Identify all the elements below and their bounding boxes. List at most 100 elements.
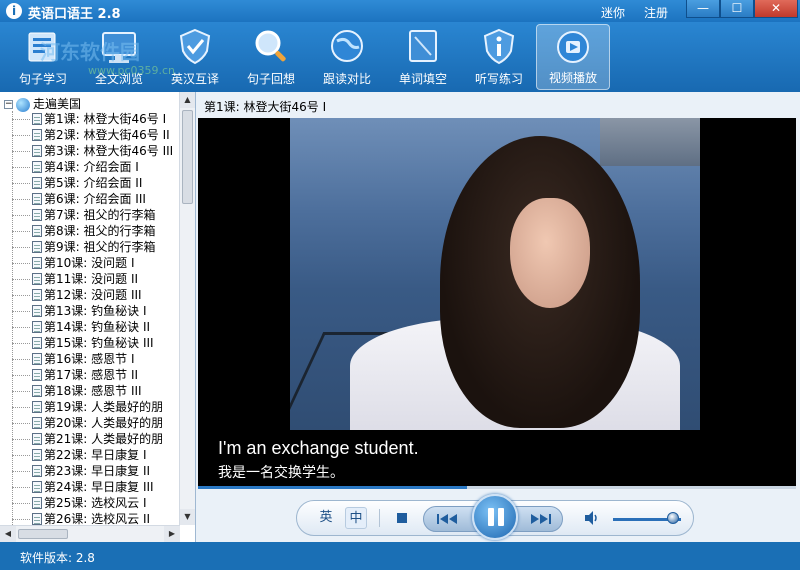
lesson-item-label: 第8课: 祖父的行李箱 [44, 224, 156, 238]
scroll-up-icon[interactable]: ▲ [180, 92, 195, 108]
maximize-button[interactable]: ☐ [720, 0, 754, 18]
lesson-item-label: 第11课: 没问题 II [44, 272, 139, 286]
lesson-item[interactable]: 第23课: 早日康复 II [0, 463, 180, 479]
lesson-item[interactable]: 第17课: 感恩节 II [0, 367, 180, 383]
lesson-item[interactable]: 第16课: 感恩节 I [0, 351, 180, 367]
tool-label: 句子回想 [246, 72, 295, 86]
tree-connector [12, 247, 30, 248]
tool-sentence-recall[interactable]: 句子回想 [234, 24, 308, 90]
tool-translate[interactable]: 英汉互译 [158, 24, 232, 90]
video-shore [600, 118, 700, 166]
document-icon [32, 401, 42, 413]
lesson-item[interactable]: 第14课: 钓鱼秘诀 II [0, 319, 180, 335]
collapse-icon[interactable]: − [4, 100, 13, 109]
lesson-item[interactable]: 第7课: 祖父的行李箱 [0, 207, 180, 223]
tool-label: 全文浏览 [94, 72, 143, 86]
lesson-item[interactable]: 第5课: 介绍会面 II [0, 175, 180, 191]
stop-button[interactable] [395, 507, 409, 529]
scroll-down-icon[interactable]: ▼ [180, 509, 195, 525]
tree-connector [12, 439, 30, 440]
lesson-item-label: 第5课: 介绍会面 II [44, 176, 143, 190]
tree-connector [12, 279, 30, 280]
status-bar: 软件版本: 2.8 [0, 542, 800, 570]
lesson-item[interactable]: 第9课: 祖父的行李箱 [0, 239, 180, 255]
tree-connector [12, 343, 30, 344]
document-icon [32, 177, 42, 189]
hscroll-thumb[interactable] [18, 529, 68, 539]
lesson-item[interactable]: 第19课: 人类最好的朋 [0, 399, 180, 415]
tool-full-text[interactable]: 全文浏览 [82, 24, 156, 90]
tool-label: 单词填空 [398, 72, 447, 86]
pause-button[interactable] [472, 494, 518, 540]
notebook-icon [409, 30, 437, 62]
tree-connector [12, 455, 30, 456]
shield-info-icon [483, 28, 515, 65]
lesson-item[interactable]: 第21课: 人类最好的朋 [0, 431, 180, 447]
lesson-item[interactable]: 第6课: 介绍会面 III [0, 191, 180, 207]
volume-slider-knob[interactable] [667, 512, 679, 524]
previous-button[interactable] [432, 508, 462, 530]
document-icon [32, 513, 42, 525]
lesson-item[interactable]: 第22课: 早日康复 I [0, 447, 180, 463]
tree-connector [12, 503, 30, 504]
tree-root-label: 走遍美国 [33, 97, 82, 111]
tree-root[interactable]: − 走遍美国 [4, 95, 82, 112]
lesson-item[interactable]: 第25课: 选校风云 I [0, 495, 180, 511]
lesson-item[interactable]: 第24课: 早日康复 III [0, 479, 180, 495]
close-button[interactable]: ✕ [754, 0, 798, 18]
scroll-left-icon[interactable]: ◀ [0, 526, 16, 542]
document-icon [32, 305, 42, 317]
lesson-item[interactable]: 第11课: 没问题 II [0, 271, 180, 287]
lesson-item[interactable]: 第4课: 介绍会面 I [0, 159, 180, 175]
document-icon [32, 113, 42, 125]
mini-mode-link[interactable]: 迷你 [601, 4, 625, 21]
lesson-item-label: 第1课: 林登大街46号 I [44, 112, 167, 126]
scroll-right-icon[interactable]: ▶ [164, 526, 180, 542]
tool-sentence-study[interactable]: 句子学习 [6, 24, 80, 90]
playback-progress-bar[interactable] [198, 486, 796, 489]
tool-label: 听写练习 [474, 72, 523, 86]
lesson-item[interactable]: 第20课: 人类最好的朋 [0, 415, 180, 431]
lesson-item[interactable]: 第1课: 林登大街46号 I [0, 111, 180, 127]
lesson-item-label: 第22课: 早日康复 I [44, 448, 147, 462]
tool-follow-read[interactable]: 跟读对比 [310, 24, 384, 90]
document-icon [32, 225, 42, 237]
tree-connector [12, 167, 30, 168]
lesson-item[interactable]: 第18课: 感恩节 III [0, 383, 180, 399]
tree-connector [12, 263, 30, 264]
tree-connector [12, 391, 30, 392]
minimize-button[interactable]: — [686, 0, 720, 18]
pause-icon [498, 508, 504, 526]
lesson-item[interactable]: 第3课: 林登大街46号 III [0, 143, 180, 159]
lesson-list: 第1课: 林登大街46号 I 第2课: 林登大街46号 II 第3课: 林登大街46… [0, 111, 180, 525]
video-display[interactable]: I'm an exchange student. 我是一名交换学生。 [198, 118, 796, 486]
lesson-item[interactable]: 第2课: 林登大街46号 II [0, 127, 180, 143]
lesson-item[interactable]: 第15课: 钓鱼秘诀 III [0, 335, 180, 351]
scroll-thumb[interactable] [182, 110, 193, 204]
tree-connector [12, 215, 30, 216]
register-link[interactable]: 注册 [644, 4, 668, 21]
document-icon [32, 385, 42, 397]
next-button[interactable] [526, 508, 556, 530]
lesson-item[interactable]: 第13课: 钓鱼秘诀 I [0, 303, 180, 319]
volume-button[interactable] [583, 507, 599, 529]
tool-video-play[interactable]: 视频播放 [536, 24, 610, 90]
lesson-item[interactable]: 第12课: 没问题 III [0, 287, 180, 303]
lesson-item[interactable]: 第8课: 祖父的行李箱 [0, 223, 180, 239]
globe-icon [331, 30, 363, 62]
tree-connector [12, 327, 30, 328]
tool-word-fill[interactable]: 单词填空 [386, 24, 460, 90]
chinese-subtitle-toggle[interactable]: 中 [345, 507, 367, 529]
tree-vertical-scrollbar[interactable]: ▲ ▼ [179, 92, 195, 525]
tree-connector [12, 311, 30, 312]
tree-horizontal-scrollbar[interactable]: ◀ ▶ [0, 525, 180, 542]
lesson-item-label: 第23课: 早日康复 II [44, 464, 151, 478]
tool-label: 英汉互译 [170, 72, 219, 86]
tool-dictation[interactable]: 听写练习 [462, 24, 536, 90]
version-status: 软件版本: 2.8 [20, 551, 95, 565]
lesson-item-label: 第7课: 祖父的行李箱 [44, 208, 156, 222]
english-subtitle-toggle[interactable]: 英 [315, 507, 337, 529]
lesson-item[interactable]: 第26课: 选校风云 II [0, 511, 180, 525]
lesson-item-label: 第12课: 没问题 III [44, 288, 142, 302]
lesson-item[interactable]: 第10课: 没问题 I [0, 255, 180, 271]
